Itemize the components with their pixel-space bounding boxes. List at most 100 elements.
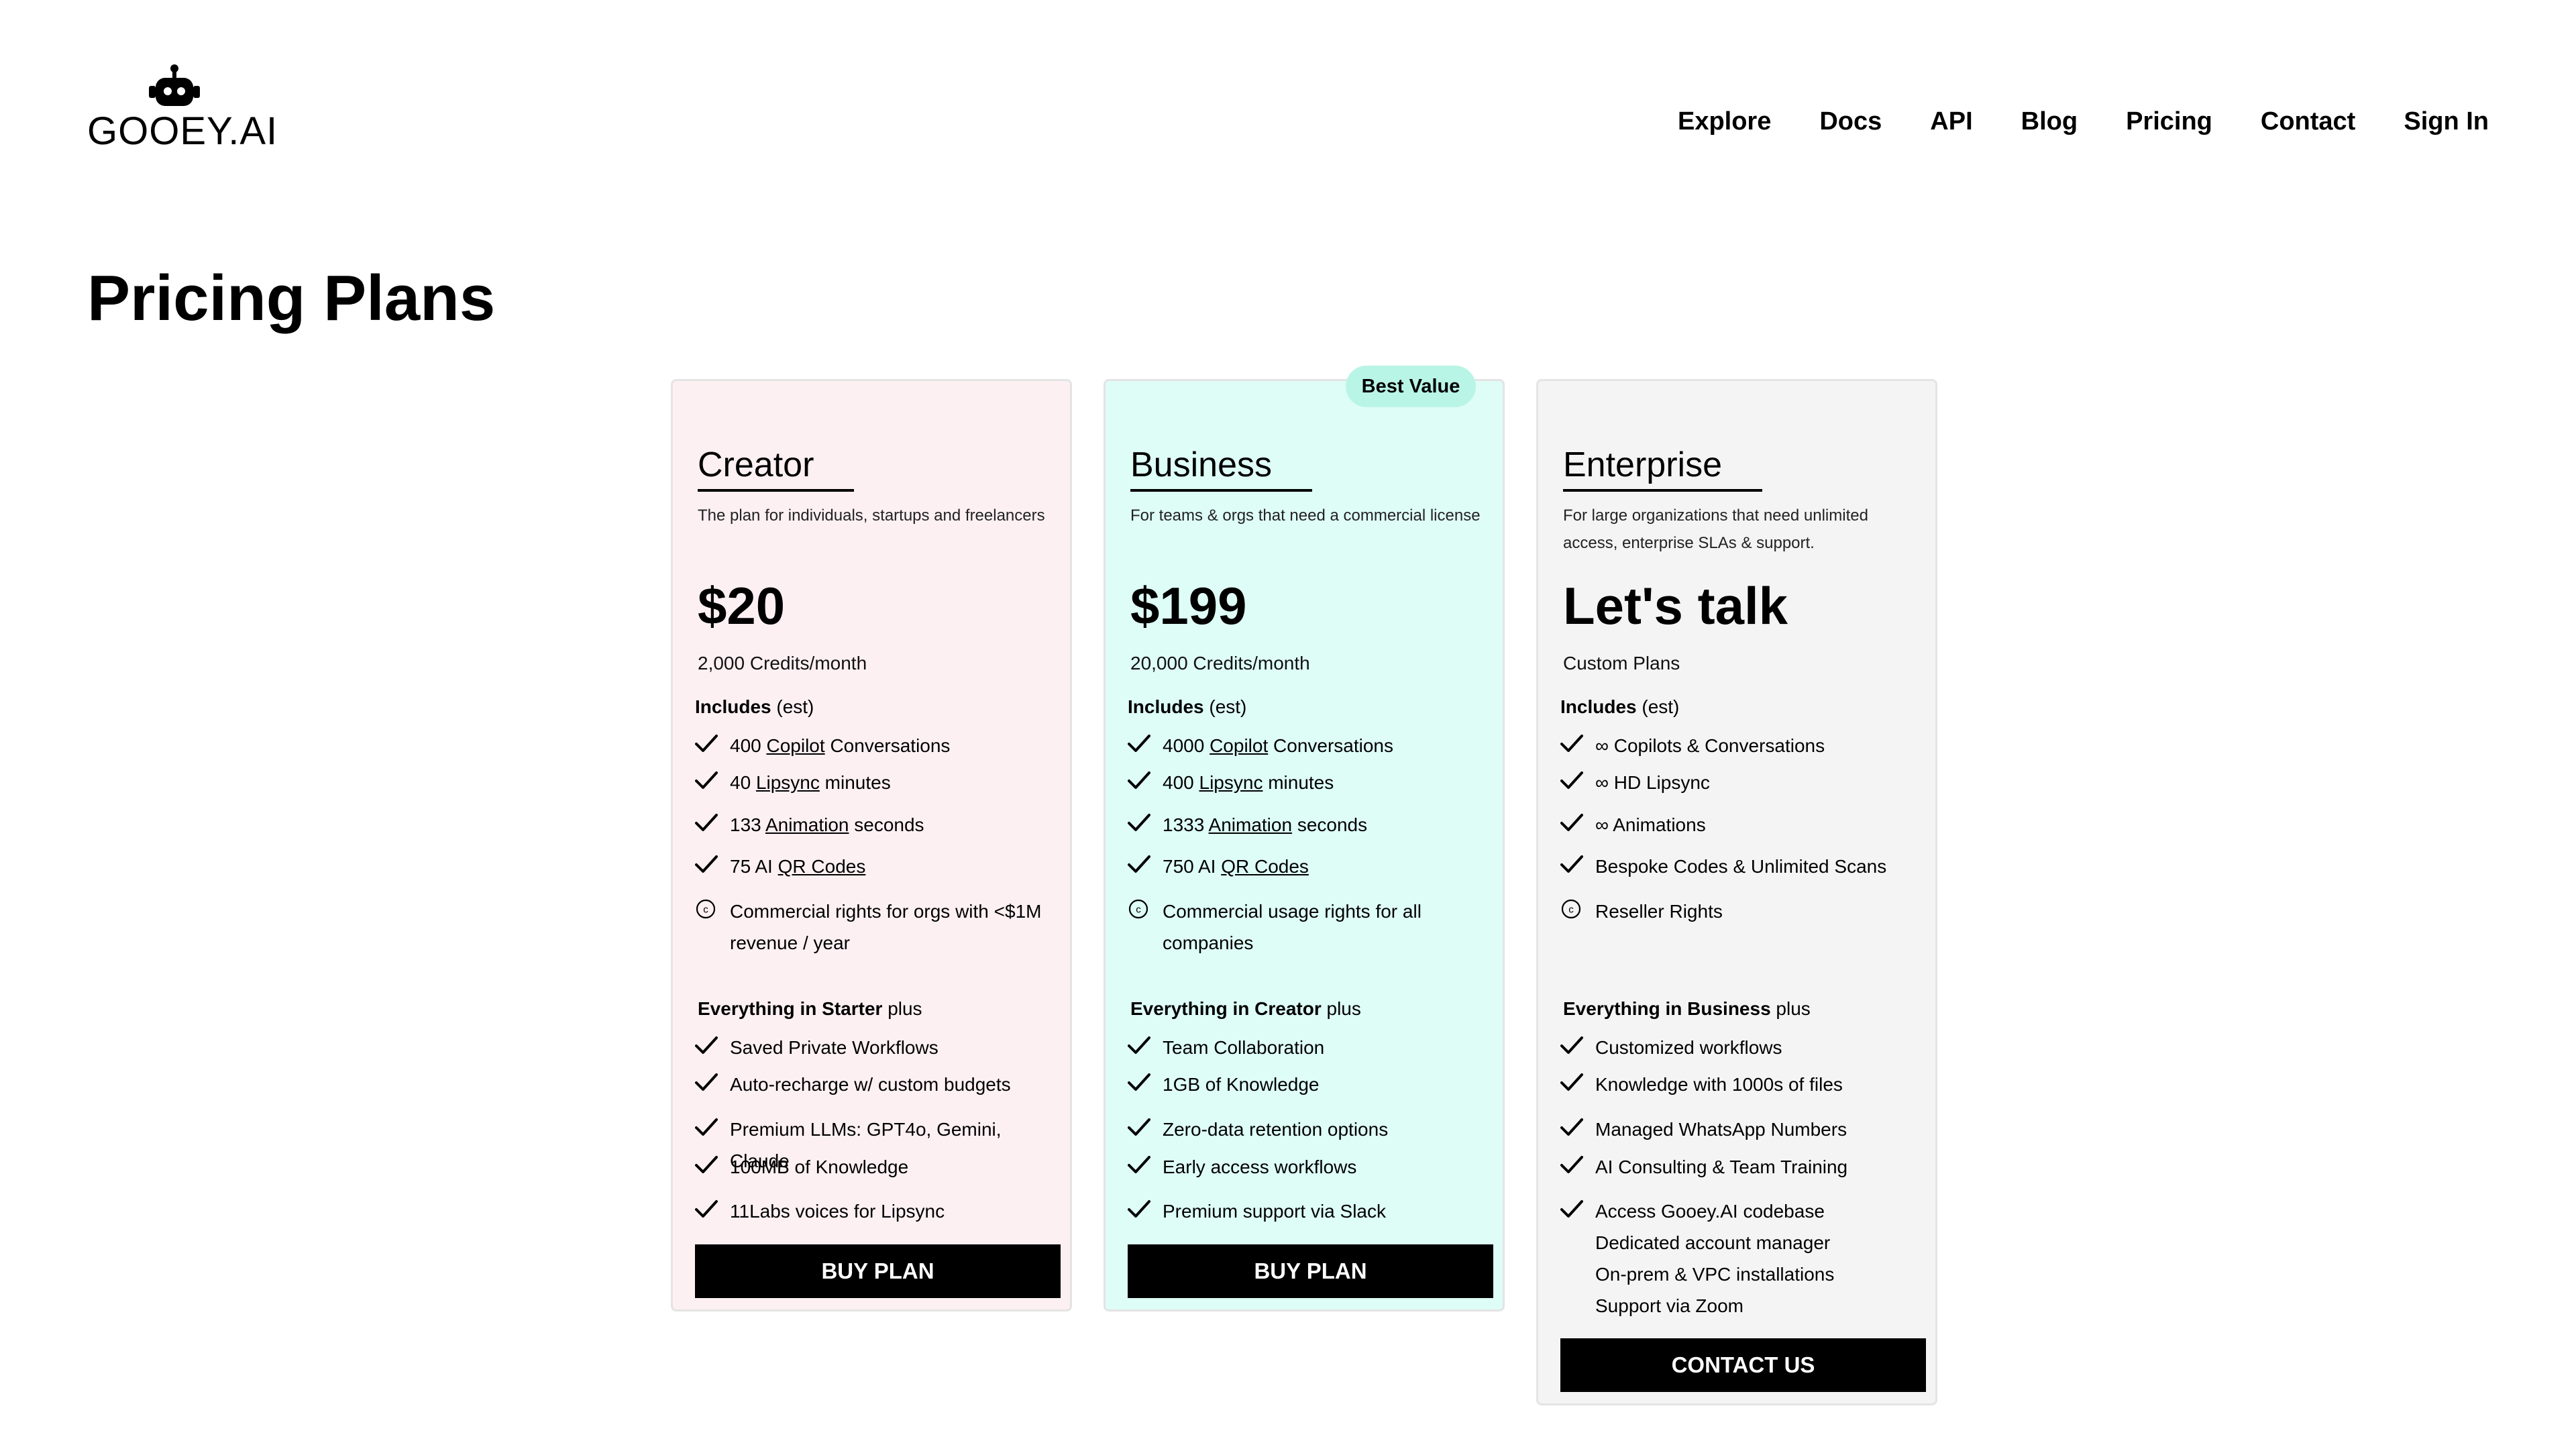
check-icon — [695, 767, 730, 794]
plan-card-creator: Creator The plan for individuals, startu… — [671, 379, 1072, 1311]
nav-docs[interactable]: Docs — [1819, 107, 1882, 136]
plus-feature-item: On-prem & VPC installations — [1595, 1264, 1835, 1285]
feature-link[interactable]: QR Codes — [778, 856, 866, 877]
plus-feature-item: Knowledge with 1000s of files — [1560, 1069, 1931, 1100]
rights-item: c Commercial rights for orgs with <$1M re… — [695, 896, 1065, 959]
feature-link[interactable]: Copilot — [767, 735, 825, 756]
contact-us-button[interactable]: CONTACT US — [1560, 1338, 1926, 1392]
check-icon — [695, 851, 730, 877]
feature-item: ∞ Copilots & Conversations — [1560, 730, 1931, 761]
plus-feature-item: Auto-recharge w/ custom budgets — [695, 1069, 1065, 1100]
check-icon — [1560, 730, 1595, 757]
check-icon — [1128, 730, 1163, 757]
check-icon — [695, 1195, 730, 1222]
plus-feature-item: Saved Private Workflows — [695, 1032, 1065, 1063]
rights-item: c Commercial usage rights for all compani… — [1128, 896, 1444, 959]
feature-item: 400 Lipsync minutes — [1128, 767, 1498, 798]
plus-feature-item: Premium support via Slack — [1128, 1195, 1498, 1227]
gooey-logo[interactable]: GOOEY.AI — [87, 64, 277, 153]
feature-item: 133 Animation seconds — [695, 809, 1065, 841]
buy-plan-button[interactable]: BUY PLAN — [1128, 1244, 1493, 1298]
feature-item: ∞ Animations — [1560, 809, 1931, 841]
check-icon — [1128, 1114, 1163, 1140]
feature-item: 4000 Copilot Conversations — [1128, 730, 1498, 761]
svg-text:c: c — [1568, 904, 1574, 916]
svg-text:c: c — [1136, 904, 1141, 916]
nav-sign-in[interactable]: Sign In — [2404, 107, 2489, 136]
plan-name: Creator — [698, 445, 855, 492]
main-nav: Explore Docs API Blog Pricing Contact Si… — [1678, 107, 2489, 136]
plan-credits: Custom Plans — [1563, 653, 1680, 674]
check-icon — [695, 1151, 730, 1178]
feature-item: ∞ HD Lipsync — [1560, 767, 1931, 798]
plan-name: Business — [1130, 445, 1312, 492]
best-value-badge: Best Value — [1346, 366, 1476, 407]
feature-item: 40 Lipsync minutes — [695, 767, 1065, 798]
plan-card-business: Business For teams & orgs that need a co… — [1104, 379, 1505, 1311]
plus-feature-item: 11Labs voices for Lipsync — [695, 1195, 1065, 1227]
plus-feature-item: Managed WhatsApp Numbers — [1560, 1114, 1931, 1145]
svg-text:c: c — [703, 904, 708, 916]
includes-heading: Includes (est) — [1560, 696, 1680, 717]
check-icon — [1128, 809, 1163, 836]
plus-feature-item: AI Consulting & Team Training — [1560, 1151, 1931, 1183]
check-icon — [695, 1032, 730, 1059]
nav-contact[interactable]: Contact — [2261, 107, 2355, 136]
plan-price: $20 — [698, 576, 786, 635]
feature-link[interactable]: QR Codes — [1221, 856, 1309, 877]
site-header: GOOEY.AI Explore Docs API Blog Pricing C… — [0, 0, 2576, 174]
plus-feature-item: Zero-data retention options — [1128, 1114, 1498, 1145]
plus-heading: Everything in Business plus — [1563, 998, 1811, 1019]
page-title: Pricing Plans — [87, 262, 496, 334]
feature-item: 75 AI QR Codes — [695, 851, 1065, 882]
plan-price: Let's talk — [1563, 576, 1788, 635]
plan-credits: 20,000 Credits/month — [1130, 653, 1310, 674]
plus-feature-item: Team Collaboration — [1128, 1032, 1498, 1063]
check-icon — [1560, 1032, 1595, 1059]
plan-name: Enterprise — [1563, 445, 1762, 492]
brand-wordmark: GOOEY.AI — [87, 109, 278, 153]
check-icon — [1128, 851, 1163, 877]
buy-plan-button[interactable]: BUY PLAN — [695, 1244, 1061, 1298]
check-icon — [695, 730, 730, 757]
check-icon — [695, 1069, 730, 1095]
feature-link[interactable]: Lipsync — [756, 772, 820, 793]
check-icon — [1128, 1195, 1163, 1222]
feature-item: 750 AI QR Codes — [1128, 851, 1498, 882]
plus-feature-item: Customized workflows — [1560, 1032, 1931, 1063]
plus-feature-item: Early access workflows — [1128, 1151, 1498, 1183]
feature-link[interactable]: Copilot — [1210, 735, 1268, 756]
feature-item: 1333 Animation seconds — [1128, 809, 1498, 841]
copyright-icon: c — [1128, 896, 1163, 922]
nav-explore[interactable]: Explore — [1678, 107, 1771, 136]
plus-feature-item: 100MB of Knowledge — [695, 1151, 1065, 1183]
check-icon — [1128, 767, 1163, 794]
copyright-icon: c — [1560, 896, 1595, 922]
check-icon — [1560, 1151, 1595, 1178]
nav-api[interactable]: API — [1930, 107, 1972, 136]
check-icon — [1560, 809, 1595, 836]
feature-item: Bespoke Codes & Unlimited Scans — [1560, 851, 1931, 882]
nav-blog[interactable]: Blog — [2021, 107, 2078, 136]
plan-description: For teams & orgs that need a commercial … — [1130, 506, 1481, 525]
check-icon — [1560, 851, 1595, 877]
plan-credits: 2,000 Credits/month — [698, 653, 867, 674]
feature-item: 400 Copilot Conversations — [695, 730, 1065, 761]
check-icon — [695, 1114, 730, 1140]
check-icon — [1560, 767, 1595, 794]
nav-pricing[interactable]: Pricing — [2126, 107, 2212, 136]
feature-link[interactable]: Lipsync — [1199, 772, 1263, 793]
includes-heading: Includes (est) — [1128, 696, 1247, 717]
check-icon — [1128, 1151, 1163, 1178]
plus-feature-item: Support via Zoom — [1595, 1295, 1743, 1316]
plan-card-enterprise: Enterprise For large organizations that … — [1536, 379, 1937, 1405]
feature-link[interactable]: Animation — [1209, 814, 1293, 835]
check-icon — [1128, 1032, 1163, 1059]
plus-heading: Everything in Starter plus — [698, 998, 922, 1019]
check-icon — [1560, 1114, 1595, 1140]
check-icon — [695, 809, 730, 836]
plus-heading: Everything in Creator plus — [1130, 998, 1361, 1019]
plus-feature-item: Access Gooey.AI codebase — [1560, 1195, 1931, 1227]
feature-link[interactable]: Animation — [765, 814, 849, 835]
plan-description: For large organizations that need unlimi… — [1563, 506, 1868, 552]
